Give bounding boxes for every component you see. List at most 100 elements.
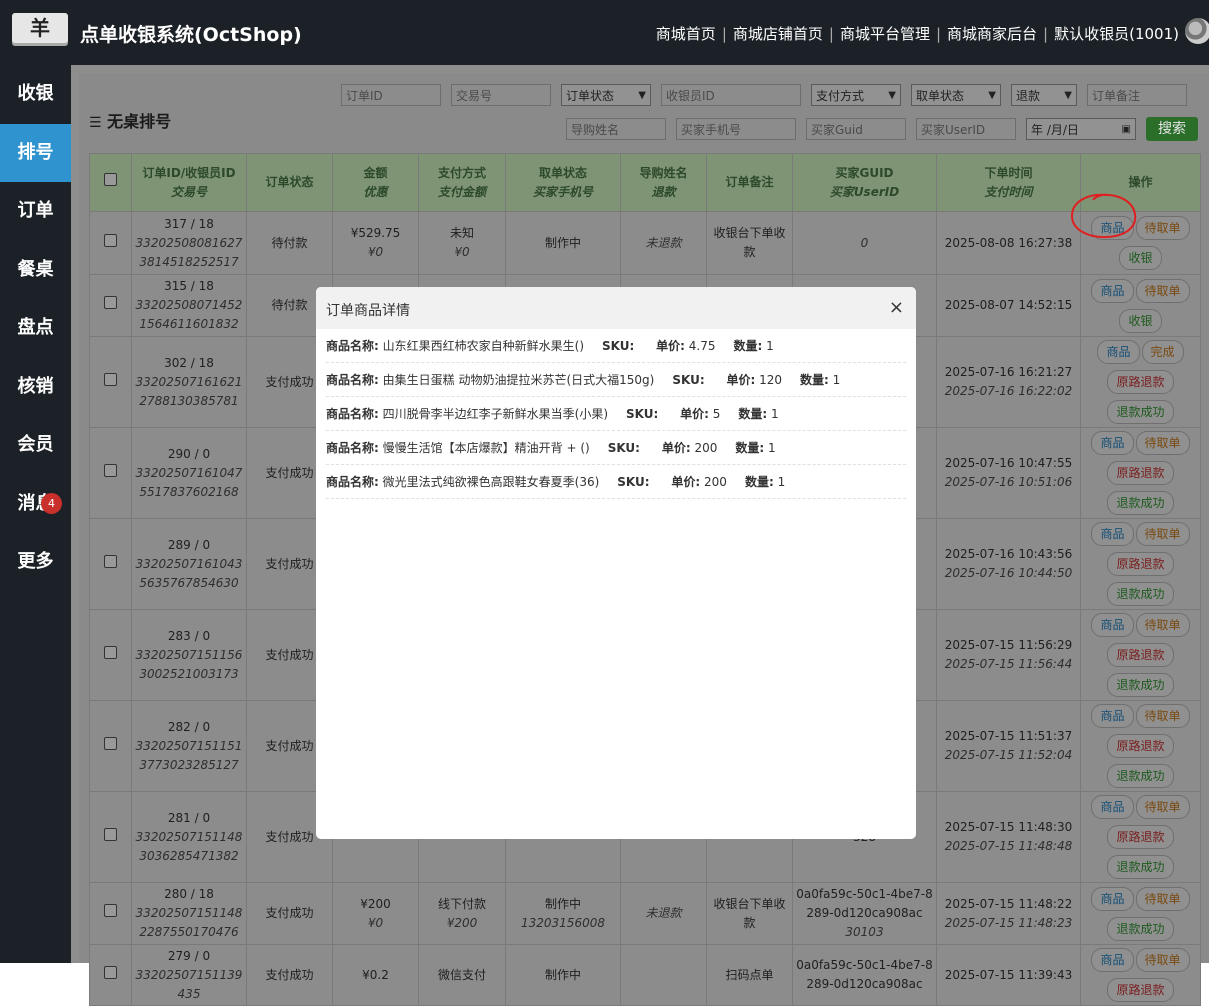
row-action-button[interactable]: 退款成功 (1107, 916, 1174, 941)
trade-no-input[interactable]: 交易号 (451, 84, 551, 106)
row-action-button[interactable]: 原路退款 (1107, 825, 1174, 849)
row-checkbox[interactable] (104, 645, 117, 659)
order-note-input[interactable]: 订单备注 (1087, 84, 1187, 106)
pay-method-select[interactable]: 支付方式 ▼ (811, 84, 901, 106)
row-action-button[interactable]: 收银 (1119, 246, 1162, 270)
row-action-button[interactable]: 待取单 (1135, 886, 1190, 911)
column-header: 导购姓名 退款 (620, 153, 707, 212)
price-label: 单价: (726, 373, 756, 387)
row-action-button[interactable]: 原路退款 (1107, 643, 1174, 667)
row-action-button[interactable]: 商品 (1091, 613, 1134, 637)
row-action-button[interactable]: 待取单 (1135, 431, 1190, 455)
cashier-id-input[interactable]: 收银员ID (661, 84, 801, 106)
date-picker[interactable]: 年 /月/日 ▣ (1026, 118, 1136, 140)
order-status-select[interactable]: 订单状态 ▼ (561, 84, 651, 106)
row-action-button[interactable]: 待取单 (1135, 704, 1190, 728)
row-checkbox[interactable] (104, 965, 117, 979)
sku-label: SKU: (617, 475, 650, 489)
row-action-button[interactable]: 待取单 (1135, 522, 1190, 546)
avatar[interactable] (1185, 18, 1209, 44)
row-action-button[interactable]: 原路退款 (1107, 978, 1174, 1002)
sidebar-item-0[interactable]: 收银 (0, 65, 71, 124)
sidebar-item-4[interactable]: 盘点 (0, 299, 71, 358)
row-action-button[interactable]: 商品 (1091, 216, 1134, 240)
sidebar-item-5[interactable]: 核销 (0, 358, 71, 417)
row-action-button[interactable]: 退款成功 (1107, 855, 1174, 879)
sidebar-item-3[interactable]: 餐桌 (0, 241, 71, 300)
item-qty: 1 (768, 441, 776, 455)
row-action-button[interactable]: 退款成功 (1107, 582, 1174, 606)
row-checkbox[interactable] (104, 554, 117, 568)
row-checkbox[interactable] (104, 296, 117, 309)
row-checkbox[interactable] (104, 372, 117, 386)
refund-select[interactable]: 退款 ▼ (1011, 84, 1077, 106)
search-button[interactable]: 搜索 (1146, 117, 1198, 141)
table-row[interactable]: 279 / 0 33202507151139435 支付成功 ¥0.2 微信支付 制作中 扫… (89, 944, 1201, 1006)
select-all-checkbox[interactable] (104, 173, 117, 186)
nav-mall-home[interactable]: 商城首页 (656, 25, 716, 43)
sidebar-item-label: 盘点 (17, 317, 54, 338)
nav-cashier-user[interactable]: 默认收银员(1001) (1054, 25, 1179, 43)
row-checkbox[interactable] (104, 827, 117, 841)
order-status: 支付成功 (265, 906, 314, 920)
row-action-button[interactable]: 退款成功 (1107, 764, 1174, 788)
row-action-button[interactable]: 待取单 (1135, 216, 1190, 240)
row-select-cell (89, 427, 132, 519)
row-action-button[interactable]: 商品 (1091, 431, 1134, 455)
row-action-button[interactable]: 商品 (1091, 948, 1134, 972)
row-action-button[interactable]: 待取单 (1135, 613, 1190, 637)
row-action-button[interactable]: 商品 (1091, 704, 1134, 728)
actions-cell: 商品 完成原路退款退款成功 (1080, 336, 1201, 428)
row-action-button[interactable]: 原路退款 (1107, 461, 1174, 485)
close-icon[interactable]: × (889, 297, 904, 318)
pickup-status-select[interactable]: 取单状态 ▼ (911, 84, 1001, 106)
buyer-guid-input[interactable]: 买家Guid (806, 118, 906, 140)
row-checkbox[interactable] (104, 904, 117, 917)
buyer-phone-input[interactable]: 买家手机号 (676, 118, 796, 140)
table-cell: 0 (792, 211, 937, 275)
row-action-button[interactable]: 待取单 (1135, 278, 1190, 303)
row-action-button[interactable]: 原路退款 (1107, 552, 1174, 576)
sidebar-item-2[interactable]: 订单 (0, 182, 71, 241)
row-checkbox[interactable] (104, 463, 117, 477)
pay-method-label: 支付方式 (816, 89, 865, 103)
table-row[interactable]: 280 / 18 332025071511482287550170476 支付成功 ¥… (89, 882, 1201, 945)
row-checkbox[interactable] (104, 736, 117, 750)
sidebar-item-6[interactable]: 会员 (0, 416, 71, 475)
row-action-button[interactable]: 商品 (1097, 340, 1140, 364)
nav-platform-admin[interactable]: 商城平台管理 (840, 25, 930, 43)
row-action-button[interactable]: 收银 (1119, 308, 1162, 333)
table-cell: 扫码点单 (706, 944, 793, 1006)
buyer-userid-input[interactable]: 买家UserID (916, 118, 1016, 140)
pay-time: 2025-07-15 11:56:44 (944, 657, 1073, 671)
sidebar-item-8[interactable]: 更多 (0, 533, 71, 592)
sidebar-item-7[interactable]: 消息 4 (0, 475, 71, 534)
nav-merchant-admin[interactable]: 商城商家后台 (947, 25, 1037, 43)
amount: ¥200 (360, 896, 391, 911)
row-action-button[interactable]: 退款成功 (1107, 673, 1174, 697)
row-action-button[interactable]: 原路退款 (1107, 370, 1174, 394)
column-title: 导购姓名 (639, 165, 688, 180)
row-action-button[interactable]: 退款成功 (1107, 491, 1174, 515)
row-action-button[interactable]: 待取单 (1135, 795, 1190, 819)
row-action-button[interactable]: 待取单 (1135, 948, 1190, 972)
guide-name-input[interactable]: 导购姓名 (566, 118, 666, 140)
row-action-button[interactable]: 商品 (1091, 795, 1134, 819)
logo[interactable]: 羊 (12, 13, 68, 43)
item-qty: 1 (832, 373, 841, 387)
trade-no: 332025071511482287550170476 (135, 906, 243, 939)
sidebar-item-1[interactable]: 排号 (0, 123, 71, 182)
order-id: 317 / 18 (164, 216, 214, 231)
row-action-button[interactable]: 商品 (1091, 522, 1134, 546)
table-row[interactable]: 317 / 18 332025080816273814518252517 待付款 ¥5… (89, 211, 1201, 275)
nav-shop-home[interactable]: 商城店铺首页 (733, 25, 823, 43)
row-action-button[interactable]: 退款成功 (1107, 400, 1174, 424)
row-action-button[interactable]: 商品 (1091, 886, 1134, 911)
row-action-button[interactable]: 完成 (1141, 340, 1184, 364)
row-action-button[interactable]: 商品 (1091, 278, 1134, 303)
row-checkbox[interactable] (104, 233, 117, 247)
order-id-input[interactable]: 订单ID (341, 84, 441, 106)
row-action-button[interactable]: 原路退款 (1107, 734, 1174, 758)
column-subtitle: 支付金额 (437, 184, 486, 199)
column-header: 订单状态 (246, 153, 333, 212)
